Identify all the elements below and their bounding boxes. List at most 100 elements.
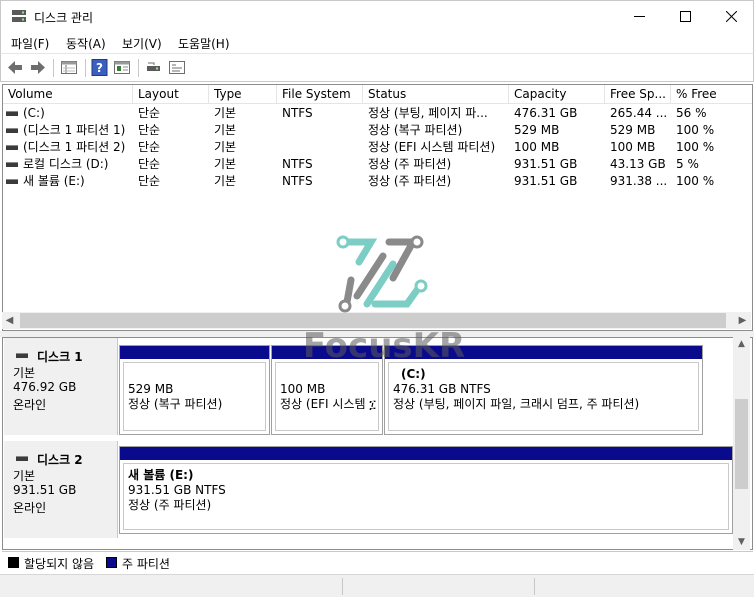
primary-partition-swatch bbox=[106, 557, 117, 568]
cell-capacity: 931.51 GB bbox=[514, 174, 578, 188]
partition-details: 529 MB 정상 (복구 파티션) bbox=[123, 362, 266, 431]
scroll-thumb[interactable] bbox=[20, 313, 726, 328]
volume-row[interactable]: (디스크 1 파티션 2) 단순 기본 정상 (EFI 시스템 파티션) 100… bbox=[3, 139, 752, 156]
partition-c[interactable]: (C:) 476.31 GB NTFS 정상 (부팅, 페이지 파일, 크래시 … bbox=[384, 345, 703, 435]
partition-efi[interactable]: 100 MB 정상 (EFI 시스템 ፲ bbox=[271, 345, 383, 435]
cell-free-space: 43.13 GB bbox=[610, 157, 666, 171]
cell-volume: (디스크 1 파티션 1) bbox=[23, 123, 126, 137]
volume-row[interactable]: (디스크 1 파티션 1) 단순 기본 정상 (복구 파티션) 529 MB 5… bbox=[3, 122, 752, 139]
column-status[interactable]: Status bbox=[363, 85, 509, 103]
volume-icon bbox=[6, 179, 18, 184]
cell-volume: 새 볼륨 (E:) bbox=[23, 174, 85, 188]
svg-text:?: ? bbox=[96, 61, 103, 75]
partition-recovery[interactable]: 529 MB 정상 (복구 파티션) bbox=[119, 345, 270, 435]
cell-free-space: 100 MB bbox=[610, 140, 656, 154]
cell-type: 기본 bbox=[214, 123, 237, 137]
cell-percent-free: 100 % bbox=[676, 140, 715, 154]
scroll-left-icon[interactable]: ◀ bbox=[2, 313, 17, 328]
menu-bar: 파일(F) 동작(A) 보기(V) 도움말(H) bbox=[0, 31, 754, 53]
forward-arrow-icon[interactable] bbox=[29, 59, 47, 76]
menu-view[interactable]: 보기(V) bbox=[122, 35, 162, 52]
volume-row[interactable]: (C:) 단순 기본 NTFS 정상 (부팅, 페이지 파... 476.31 … bbox=[3, 105, 752, 122]
partition-details: 새 볼륨 (E:) 931.51 GB NTFS 정상 (주 파티션) bbox=[123, 463, 729, 530]
cell-volume: 로컬 디스크 (D:) bbox=[23, 157, 109, 171]
partition-status: 정상 (복구 파티션) bbox=[128, 397, 223, 411]
partition-label bbox=[128, 367, 261, 382]
column-layout[interactable]: Layout bbox=[133, 85, 209, 103]
cell-status: 정상 (EFI 시스템 파티션) bbox=[368, 140, 496, 154]
close-button[interactable] bbox=[708, 1, 754, 31]
disk-size: 931.51 GB bbox=[13, 483, 77, 497]
menu-file[interactable]: 파일(F) bbox=[11, 35, 49, 52]
scroll-right-icon[interactable]: ▶ bbox=[735, 313, 750, 328]
help-icon[interactable]: ? bbox=[91, 59, 109, 76]
partition-status: 정상 (EFI 시스템 ፲ bbox=[280, 397, 376, 411]
column-volume[interactable]: Volume bbox=[3, 85, 133, 103]
back-arrow-icon[interactable] bbox=[6, 59, 24, 76]
window-title: 디스크 관리 bbox=[34, 11, 94, 25]
partition-size: 931.51 GB NTFS bbox=[128, 483, 226, 497]
cell-status: 정상 (주 파티션) bbox=[368, 157, 452, 171]
partition-size: 100 MB bbox=[280, 382, 326, 396]
connect-icon[interactable] bbox=[145, 59, 163, 76]
volume-icon bbox=[6, 128, 18, 133]
properties-icon[interactable] bbox=[113, 59, 131, 76]
cell-free-space: 931.38 ... bbox=[610, 174, 668, 188]
disk-name: 디스크 1 bbox=[37, 350, 83, 364]
menu-help[interactable]: 도움말(H) bbox=[178, 35, 230, 52]
status-pane bbox=[534, 578, 535, 595]
toolbar-separator bbox=[53, 59, 54, 77]
cell-percent-free: 100 % bbox=[676, 123, 715, 137]
cell-layout: 단순 bbox=[138, 140, 161, 154]
partition-size: 529 MB bbox=[128, 382, 174, 396]
disk-1-info[interactable]: 디스크 1 기본 476.92 GB 온라인 bbox=[4, 338, 118, 435]
toolbar-separator bbox=[85, 59, 86, 77]
volume-list: Volume Layout Type File System Status Ca… bbox=[2, 84, 753, 331]
cell-file-system: NTFS bbox=[282, 157, 313, 171]
cell-capacity: 931.51 GB bbox=[514, 157, 578, 171]
minimize-icon bbox=[633, 15, 645, 17]
minimize-button[interactable] bbox=[616, 1, 662, 31]
toolbar: ? bbox=[0, 53, 754, 82]
scroll-up-icon[interactable]: ▲ bbox=[733, 337, 750, 352]
cell-volume: (C:) bbox=[23, 106, 45, 120]
scroll-down-icon[interactable]: ▼ bbox=[733, 535, 750, 550]
maximize-button[interactable] bbox=[662, 1, 708, 31]
column-capacity[interactable]: Capacity bbox=[509, 85, 605, 103]
vertical-scrollbar[interactable]: ▲ ▼ bbox=[733, 337, 750, 550]
partition-status: 정상 (주 파티션) bbox=[128, 498, 212, 512]
toolbar-separator bbox=[138, 59, 139, 77]
primary-partition-bar bbox=[120, 447, 732, 460]
disk-kind: 기본 bbox=[13, 366, 36, 380]
horizontal-scrollbar[interactable]: ◀ ▶ bbox=[2, 312, 751, 329]
cell-layout: 단순 bbox=[138, 106, 161, 120]
disk-icon bbox=[16, 353, 28, 358]
column-file-system[interactable]: File System bbox=[277, 85, 363, 103]
cell-file-system: NTFS bbox=[282, 174, 313, 188]
cell-percent-free: 100 % bbox=[676, 174, 715, 188]
volume-row[interactable]: 새 볼륨 (E:) 단순 기본 NTFS 정상 (주 파티션) 931.51 G… bbox=[3, 173, 752, 190]
cell-type: 기본 bbox=[214, 174, 237, 188]
column-header-row: Volume Layout Type File System Status Ca… bbox=[3, 85, 752, 104]
scroll-thumb[interactable] bbox=[735, 399, 748, 489]
disk-2-info[interactable]: 디스크 2 기본 931.51 GB 온라인 bbox=[4, 441, 118, 538]
partition-e[interactable]: 새 볼륨 (E:) 931.51 GB NTFS 정상 (주 파티션) bbox=[119, 446, 733, 534]
disk-name: 디스크 2 bbox=[37, 453, 83, 467]
column-type[interactable]: Type bbox=[209, 85, 277, 103]
cell-free-space: 529 MB bbox=[610, 123, 656, 137]
column-percent-free[interactable]: % Free bbox=[671, 85, 752, 103]
volume-row[interactable]: 로컬 디스크 (D:) 단순 기본 NTFS 정상 (주 파티션) 931.51… bbox=[3, 156, 752, 173]
list-view-icon[interactable] bbox=[60, 59, 78, 76]
cell-layout: 단순 bbox=[138, 174, 161, 188]
cell-volume: (디스크 1 파티션 2) bbox=[23, 140, 126, 154]
partition-label bbox=[280, 367, 374, 382]
menu-action[interactable]: 동작(A) bbox=[66, 35, 106, 52]
console-icon[interactable] bbox=[168, 59, 186, 76]
cell-layout: 단순 bbox=[138, 157, 161, 171]
partition-details: (C:) 476.31 GB NTFS 정상 (부팅, 페이지 파일, 크래시 … bbox=[388, 362, 699, 431]
column-free-space[interactable]: Free Sp... bbox=[605, 85, 671, 103]
cell-status: 정상 (복구 파티션) bbox=[368, 123, 463, 137]
partition-size: 476.31 GB NTFS bbox=[393, 382, 491, 396]
maximize-icon bbox=[679, 10, 691, 22]
partition-label: (C:) bbox=[401, 367, 426, 381]
